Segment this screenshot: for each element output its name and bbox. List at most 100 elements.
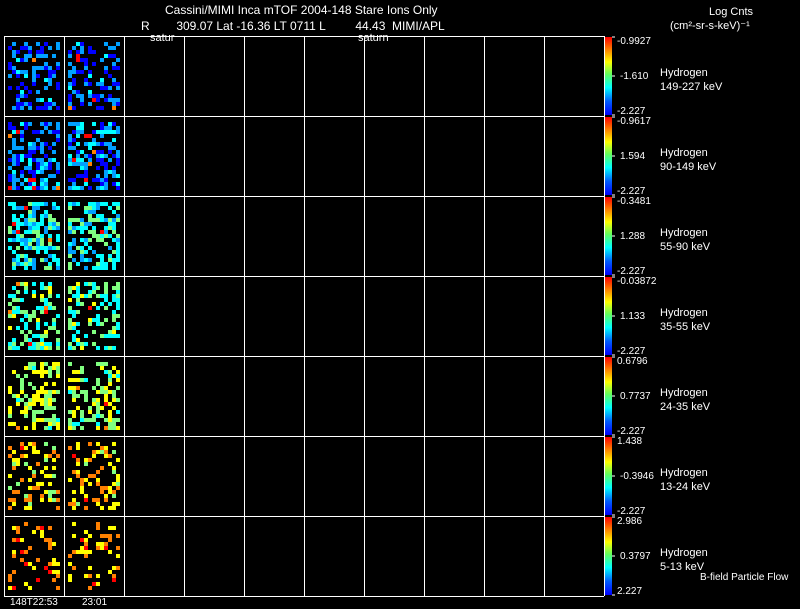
count-pixel <box>52 218 56 222</box>
count-pixel <box>52 418 56 422</box>
count-pixel <box>12 146 16 150</box>
count-pixel <box>76 58 80 62</box>
count-pixel <box>8 302 12 306</box>
count-pixel <box>24 218 28 222</box>
count-pixel <box>36 578 40 582</box>
count-pixel <box>28 106 32 110</box>
species-label: Hydrogen <box>660 467 708 479</box>
count-pixel <box>44 370 48 374</box>
count-pixel <box>56 570 60 574</box>
count-pixel <box>96 410 100 414</box>
count-pixel <box>12 266 16 270</box>
count-pixel <box>8 310 12 314</box>
count-pixel <box>100 142 104 146</box>
count-pixel <box>36 326 40 330</box>
count-pixel <box>104 334 108 338</box>
count-pixel <box>104 394 108 398</box>
count-pixel <box>88 410 92 414</box>
count-pixel <box>12 206 16 210</box>
count-pixel <box>44 246 48 250</box>
count-pixel <box>100 162 104 166</box>
count-pixel <box>76 262 80 266</box>
count-pixel <box>28 162 32 166</box>
count-pixel <box>28 146 32 150</box>
count-pixel <box>68 218 72 222</box>
species-label: Hydrogen <box>660 147 708 159</box>
species-label: Hydrogen <box>660 547 708 559</box>
count-pixel <box>12 502 16 506</box>
count-pixel <box>44 126 48 130</box>
count-pixel <box>100 86 104 90</box>
count-pixel <box>108 142 112 146</box>
count-pixel <box>20 238 24 242</box>
count-pixel <box>16 94 20 98</box>
count-pixel <box>32 66 36 70</box>
count-pixel <box>44 382 48 386</box>
count-pixel <box>72 490 76 494</box>
count-pixel <box>112 54 116 58</box>
count-pixel <box>8 454 12 458</box>
count-pixel <box>104 294 108 298</box>
count-pixel <box>52 222 56 226</box>
count-pixel <box>24 550 28 554</box>
count-pixel <box>44 62 48 66</box>
count-pixel <box>76 378 80 382</box>
count-pixel <box>28 478 32 482</box>
count-pixel <box>20 478 24 482</box>
count-pixel <box>80 490 84 494</box>
count-pixel <box>36 238 40 242</box>
count-pixel <box>84 538 88 542</box>
count-pixel <box>80 538 84 542</box>
count-pixel <box>68 422 72 426</box>
count-pixel <box>12 498 16 502</box>
count-pixel <box>80 246 84 250</box>
count-pixel <box>72 414 76 418</box>
colorbar-mid-label: 0.7737 <box>620 391 651 402</box>
count-pixel <box>88 162 92 166</box>
count-pixel <box>56 346 60 350</box>
count-pixel <box>116 290 120 294</box>
count-pixel <box>76 218 80 222</box>
count-pixel <box>96 82 100 86</box>
count-pixel <box>44 286 48 290</box>
count-pixel <box>84 182 88 186</box>
count-pixel <box>52 390 56 394</box>
count-pixel <box>28 506 32 510</box>
count-pixel <box>8 174 12 178</box>
count-pixel <box>88 294 92 298</box>
count-pixel <box>36 410 40 414</box>
count-pixel <box>12 394 16 398</box>
count-pixel <box>36 398 40 402</box>
count-pixel <box>72 218 76 222</box>
count-pixel <box>8 342 12 346</box>
count-pixel <box>24 454 28 458</box>
count-pixel <box>8 574 12 578</box>
count-pixel <box>80 186 84 190</box>
count-pixel <box>40 66 44 70</box>
count-pixel <box>28 242 32 246</box>
count-pixel <box>24 562 28 566</box>
count-pixel <box>108 330 112 334</box>
count-pixel <box>100 230 104 234</box>
count-pixel <box>112 138 116 142</box>
count-pixel <box>76 122 80 126</box>
count-pixel <box>32 410 36 414</box>
count-pixel <box>44 346 48 350</box>
count-pixel <box>80 126 84 130</box>
count-pixel <box>92 218 96 222</box>
count-pixel <box>112 566 116 570</box>
count-pixel <box>68 554 72 558</box>
count-pixel <box>72 390 76 394</box>
count-pixel <box>44 302 48 306</box>
count-pixel <box>108 94 112 98</box>
count-pixel <box>8 158 12 162</box>
count-pixel <box>96 306 100 310</box>
count-pixel <box>112 574 116 578</box>
count-pixel <box>40 498 44 502</box>
count-pixel <box>108 390 112 394</box>
count-pixel <box>72 258 76 262</box>
count-pixel <box>40 214 44 218</box>
count-pixel <box>112 262 116 266</box>
count-pixel <box>32 230 36 234</box>
count-pixel <box>88 574 92 578</box>
